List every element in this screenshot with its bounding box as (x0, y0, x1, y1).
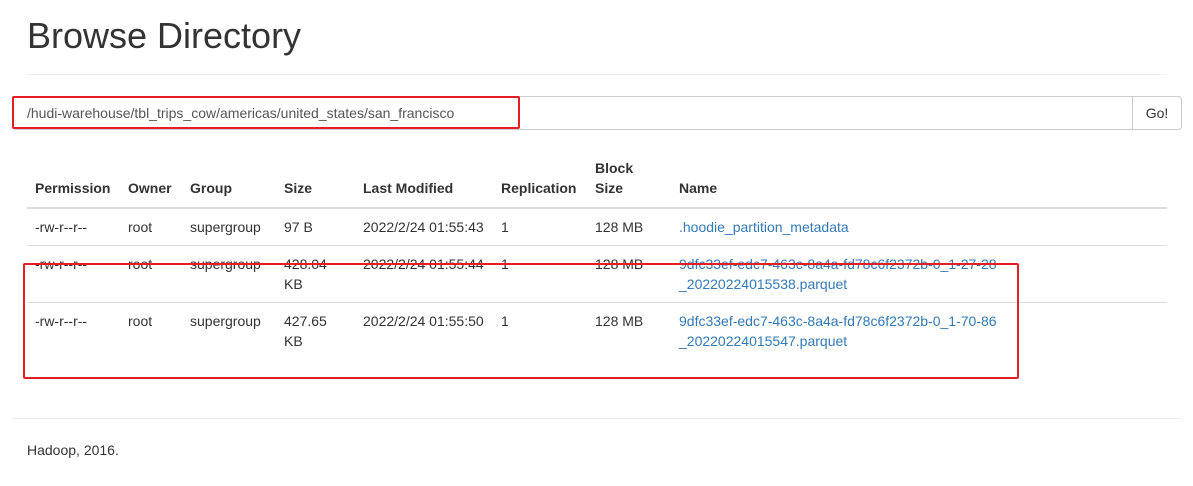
table-header-row: Permission Owner Group Size Last Modifie… (27, 150, 1167, 209)
cell-replication: 1 (493, 207, 587, 246)
cell-block-size: 128 MB (587, 207, 671, 246)
cell-permission: -rw-r--r-- (27, 302, 120, 359)
cell-name: .hoodie_partition_metadata (671, 207, 1167, 246)
column-header-block-size[interactable]: Block Size (587, 150, 671, 209)
go-button[interactable]: Go! (1132, 96, 1182, 130)
table-row: -rw-r--r-- root supergroup 428.04 KB 202… (27, 245, 1167, 303)
footer-text: Hadoop, 2016. (27, 442, 119, 458)
column-header-name[interactable]: Name (671, 150, 1167, 209)
cell-size: 427.65 KB (276, 302, 355, 359)
column-header-owner[interactable]: Owner (120, 150, 182, 209)
cell-block-size: 128 MB (587, 302, 671, 359)
column-header-permission[interactable]: Permission (27, 150, 120, 209)
file-link[interactable]: .hoodie_partition_metadata (679, 219, 849, 235)
table-row: -rw-r--r-- root supergroup 427.65 KB 202… (27, 302, 1167, 359)
cell-permission: -rw-r--r-- (27, 245, 120, 303)
cell-owner: root (120, 302, 182, 359)
file-link[interactable]: 9dfc33ef-edc7-463c-8a4a-fd78c6f2372b-0_1… (679, 256, 997, 292)
header-divider (27, 74, 1167, 75)
cell-last-modified: 2022/2/24 01:55:50 (355, 302, 493, 359)
column-header-size[interactable]: Size (276, 150, 355, 209)
path-bar: Go! (12, 96, 1182, 130)
path-input[interactable] (12, 96, 1132, 130)
cell-name: 9dfc33ef-edc7-463c-8a4a-fd78c6f2372b-0_1… (671, 245, 1167, 303)
cell-name: 9dfc33ef-edc7-463c-8a4a-fd78c6f2372b-0_1… (671, 302, 1167, 359)
cell-replication: 1 (493, 245, 587, 303)
path-input-wrapper (12, 96, 1132, 130)
cell-group: supergroup (182, 245, 276, 303)
column-header-last-modified[interactable]: Last Modified (355, 150, 493, 209)
cell-replication: 1 (493, 302, 587, 359)
cell-permission: -rw-r--r-- (27, 207, 120, 246)
cell-last-modified: 2022/2/24 01:55:44 (355, 245, 493, 303)
footer-divider (12, 418, 1182, 419)
cell-last-modified: 2022/2/24 01:55:43 (355, 207, 493, 246)
column-header-group[interactable]: Group (182, 150, 276, 209)
cell-owner: root (120, 245, 182, 303)
table-row: -rw-r--r-- root supergroup 97 B 2022/2/2… (27, 207, 1167, 246)
cell-size: 428.04 KB (276, 245, 355, 303)
cell-block-size: 128 MB (587, 245, 671, 303)
page-title: Browse Directory (27, 15, 302, 56)
cell-group: supergroup (182, 302, 276, 359)
cell-size: 97 B (276, 207, 355, 246)
column-header-replication[interactable]: Replication (493, 150, 587, 209)
cell-owner: root (120, 207, 182, 246)
file-link[interactable]: 9dfc33ef-edc7-463c-8a4a-fd78c6f2372b-0_1… (679, 313, 997, 349)
cell-group: supergroup (182, 207, 276, 246)
directory-table: Permission Owner Group Size Last Modifie… (27, 150, 1167, 359)
